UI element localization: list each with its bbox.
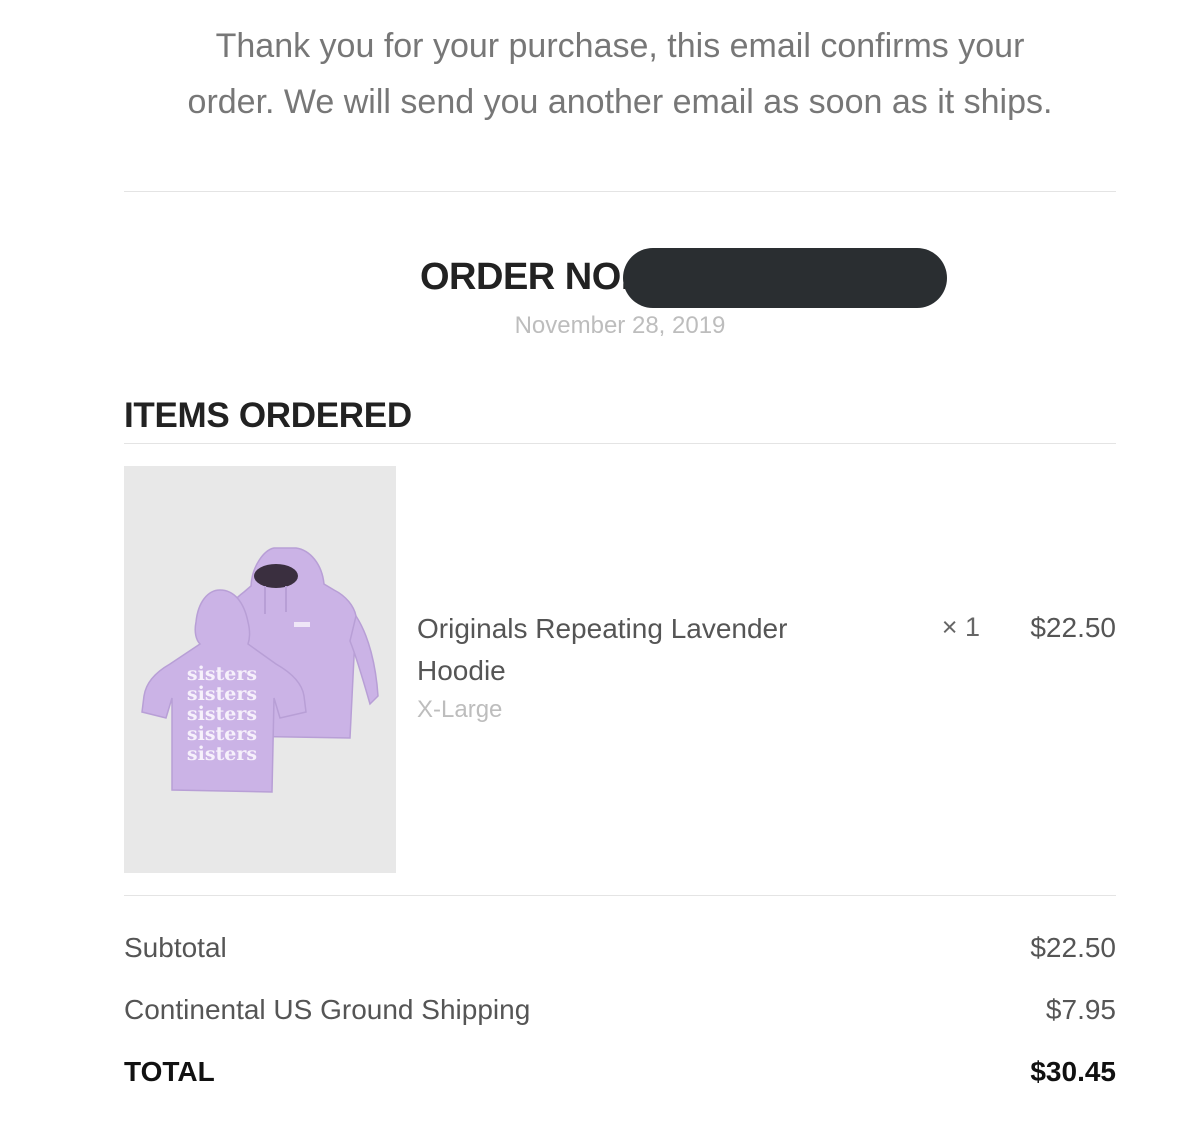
order-header: ORDER NO. bbox=[124, 248, 1116, 308]
total-row: TOTAL $30.45 bbox=[124, 1056, 1116, 1096]
svg-text:sisters: sisters bbox=[187, 743, 257, 765]
shipping-value: $7.95 bbox=[1045, 994, 1116, 1025]
product-image[interactable]: sisters sisters sisters sisters sisters bbox=[124, 466, 396, 873]
item-price: $22.50 bbox=[1030, 612, 1116, 643]
items-ordered-heading: ITEMS ORDERED bbox=[124, 396, 412, 435]
order-number-label: ORDER NO. bbox=[420, 256, 631, 298]
back-print: sisters sisters sisters sisters sisters bbox=[187, 663, 257, 765]
svg-text:sisters: sisters bbox=[187, 683, 257, 705]
svg-text:sisters: sisters bbox=[187, 703, 257, 725]
hoodie-illustration: sisters sisters sisters sisters sisters bbox=[141, 547, 379, 793]
order-date: November 28, 2019 bbox=[514, 312, 726, 339]
confirmation-message-line-2: order. We will send you another email as… bbox=[187, 83, 1053, 121]
shipping-row: Continental US Ground Shipping $7.95 bbox=[124, 994, 1116, 1034]
subtotal-row: Subtotal $22.50 bbox=[124, 932, 1116, 972]
divider bbox=[124, 191, 1116, 192]
total-value: $30.45 bbox=[1030, 1056, 1116, 1087]
svg-text:sisters: sisters bbox=[187, 723, 257, 745]
subtotal-label: Subtotal bbox=[124, 932, 227, 963]
divider bbox=[124, 443, 1116, 444]
item-size: X-Large bbox=[417, 696, 503, 723]
confirmation-message-line-1: Thank you for your purchase, this email … bbox=[215, 27, 1025, 65]
order-number-redacted bbox=[623, 248, 947, 308]
svg-text:sisters: sisters bbox=[187, 663, 257, 685]
shipping-label: Continental US Ground Shipping bbox=[124, 994, 531, 1025]
item-name[interactable]: Originals Repeating Lavender Hoodie bbox=[417, 608, 837, 692]
item-quantity: × 1 bbox=[941, 612, 980, 642]
chest-print bbox=[294, 622, 310, 627]
confirmation-message: Thank you for your purchase, this email … bbox=[124, 18, 1116, 130]
divider bbox=[124, 895, 1116, 896]
subtotal-value: $22.50 bbox=[1030, 932, 1116, 963]
hood-opening bbox=[254, 564, 298, 588]
total-label: TOTAL bbox=[124, 1056, 215, 1087]
